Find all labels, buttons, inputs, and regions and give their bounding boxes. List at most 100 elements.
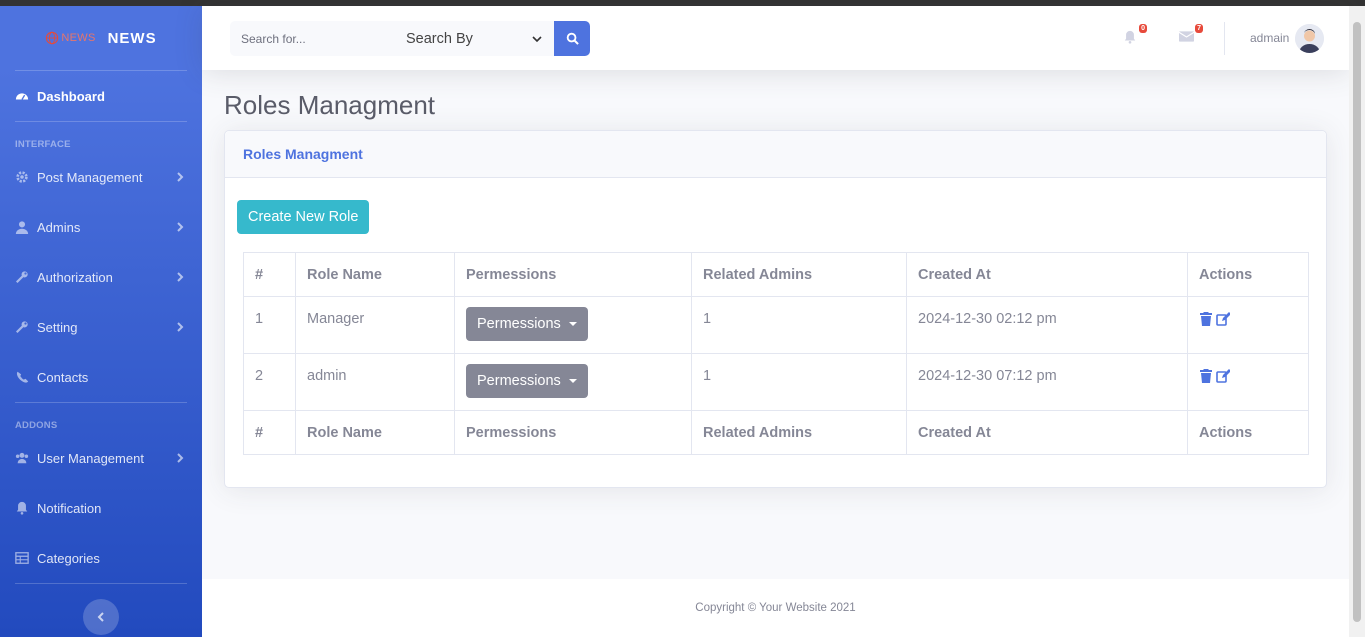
sidebar-item-admins[interactable]: Admins (0, 202, 202, 252)
column-header-role-name: Role Name (295, 252, 455, 297)
permissions-dropdown-button[interactable]: Permessions (466, 307, 588, 341)
search-form: Search for... Search By (230, 21, 590, 56)
sidebar-item-dashboard[interactable]: Dashboard (0, 71, 202, 121)
sidebar-item-label: Authorization (37, 269, 113, 285)
column-footer-created-at: Created At (906, 410, 1188, 455)
search-input[interactable]: Search for... (230, 21, 390, 56)
cell-actions (1187, 353, 1309, 411)
table-row: 2 admin Permessions 1 2024-12-30 07:12 p… (243, 353, 1309, 411)
bell-icon (15, 501, 29, 515)
user-avatar-icon (1295, 24, 1324, 53)
bell-icon (1124, 30, 1136, 44)
table-row: 1 Manager Permessions 1 2024-12-30 02:12… (243, 296, 1309, 354)
column-footer-number: # (243, 410, 296, 455)
topbar: Search for... Search By 0 7 admain (202, 6, 1349, 70)
sidebar-item-authorization[interactable]: Authorization (0, 252, 202, 302)
cell-actions (1187, 296, 1309, 354)
column-footer-actions: Actions (1187, 410, 1309, 455)
sidebar: NEWS NEWS Dashboard INTERFACE Post Manag… (0, 6, 202, 637)
wrench-icon (15, 270, 29, 284)
cog-icon (15, 170, 29, 184)
user-icon (15, 220, 29, 234)
edit-icon[interactable] (1216, 312, 1230, 326)
sidebar-item-user-management[interactable]: User Management (0, 433, 202, 483)
globe-icon (46, 31, 59, 45)
phone-icon (15, 370, 29, 384)
cell-role-name: Manager (295, 296, 455, 354)
column-header-number: # (243, 252, 296, 297)
edit-icon[interactable] (1216, 369, 1230, 383)
sidebar-item-categories[interactable]: Categories (0, 533, 202, 583)
tachometer-icon (15, 89, 29, 103)
alerts-count-badge: 0 (1139, 24, 1147, 33)
table-footer-row: # Role Name Permessions Related Admins C… (243, 410, 1309, 455)
sidebar-item-post-management[interactable]: Post Management (0, 152, 202, 202)
page-title: Roles Managment (224, 90, 435, 120)
column-header-permissions: Permessions (454, 252, 692, 297)
table-icon (15, 551, 29, 565)
wrench-icon (15, 320, 29, 334)
sidebar-item-label: Dashboard (37, 88, 105, 104)
search-by-value: Search By (406, 30, 473, 47)
users-icon (15, 451, 29, 465)
chevron-right-icon (177, 322, 184, 332)
sidebar-item-label: User Management (37, 450, 144, 466)
sidebar-item-label: Admins (37, 219, 81, 235)
cell-permissions: Permessions (454, 296, 692, 354)
column-header-related-admins: Related Admins (691, 252, 907, 297)
sidebar-brand[interactable]: NEWS NEWS (0, 6, 202, 70)
caret-down-icon (568, 379, 577, 383)
roles-card: Roles Managment Create New Role # Role N… (224, 130, 1327, 488)
chevron-right-icon (177, 172, 184, 182)
trash-icon[interactable] (1199, 369, 1213, 383)
chevron-right-icon (177, 453, 184, 463)
cell-related-admins: 1 (691, 296, 907, 354)
messages-count-badge: 7 (1195, 24, 1203, 33)
column-header-created-at: Created At (906, 252, 1188, 297)
permissions-dropdown-button[interactable]: Permessions (466, 364, 588, 398)
cell-number: 1 (243, 296, 296, 354)
cell-role-name: admin (295, 353, 455, 411)
column-header-actions: Actions (1187, 252, 1309, 297)
scrollbar-thumb[interactable] (1353, 22, 1361, 622)
page-scrollbar[interactable] (1349, 6, 1365, 637)
roles-table: # Role Name Permessions Related Admins C… (243, 252, 1309, 455)
envelope-icon (1178, 31, 1195, 42)
sidebar-heading-interface: INTERFACE (15, 139, 71, 150)
copyright-text: Copyright © Your Website 2021 (695, 602, 856, 614)
permissions-button-label: Permessions (477, 373, 561, 389)
brand-logo-text: NEWS (61, 32, 96, 44)
sidebar-item-label: Notification (37, 500, 102, 516)
card-header: Roles Managment (225, 131, 1326, 178)
search-icon (566, 32, 579, 45)
permissions-button-label: Permessions (477, 316, 561, 332)
sidebar-item-notification[interactable]: Notification (0, 483, 202, 533)
sidebar-item-contacts[interactable]: Contacts (0, 352, 202, 402)
user-name[interactable]: admain (1250, 31, 1289, 45)
column-footer-role-name: Role Name (295, 410, 455, 455)
cell-created-at: 2024-12-30 02:12 pm (906, 296, 1188, 354)
caret-down-icon (568, 322, 577, 326)
cell-created-at: 2024-12-30 07:12 pm (906, 353, 1188, 411)
column-footer-permissions: Permessions (454, 410, 692, 455)
chevron-left-icon (97, 612, 104, 622)
avatar[interactable] (1295, 24, 1324, 53)
chevron-right-icon (177, 272, 184, 282)
sidebar-toggle-button[interactable] (83, 599, 119, 635)
create-new-role-button[interactable]: Create New Role (237, 200, 370, 234)
sidebar-item-setting[interactable]: Setting (0, 302, 202, 352)
content-wrapper: Search for... Search By 0 7 admain Roles… (202, 6, 1349, 637)
search-by-select[interactable]: Search By (390, 21, 554, 56)
alerts-dropdown[interactable]: 0 (1123, 24, 1147, 46)
cell-permissions: Permessions (454, 353, 692, 411)
sidebar-item-label: Post Management (37, 169, 143, 185)
trash-icon[interactable] (1199, 312, 1213, 326)
table-header-row: # Role Name Permessions Related Admins C… (243, 252, 1309, 297)
messages-dropdown[interactable]: 7 (1178, 24, 1203, 46)
brand-name: NEWS (107, 29, 157, 47)
search-button[interactable] (554, 21, 590, 56)
topbar-divider (1224, 22, 1225, 55)
cell-number: 2 (243, 353, 296, 411)
brand-logo: NEWS (45, 31, 95, 45)
sidebar-item-label: Categories (37, 550, 100, 566)
